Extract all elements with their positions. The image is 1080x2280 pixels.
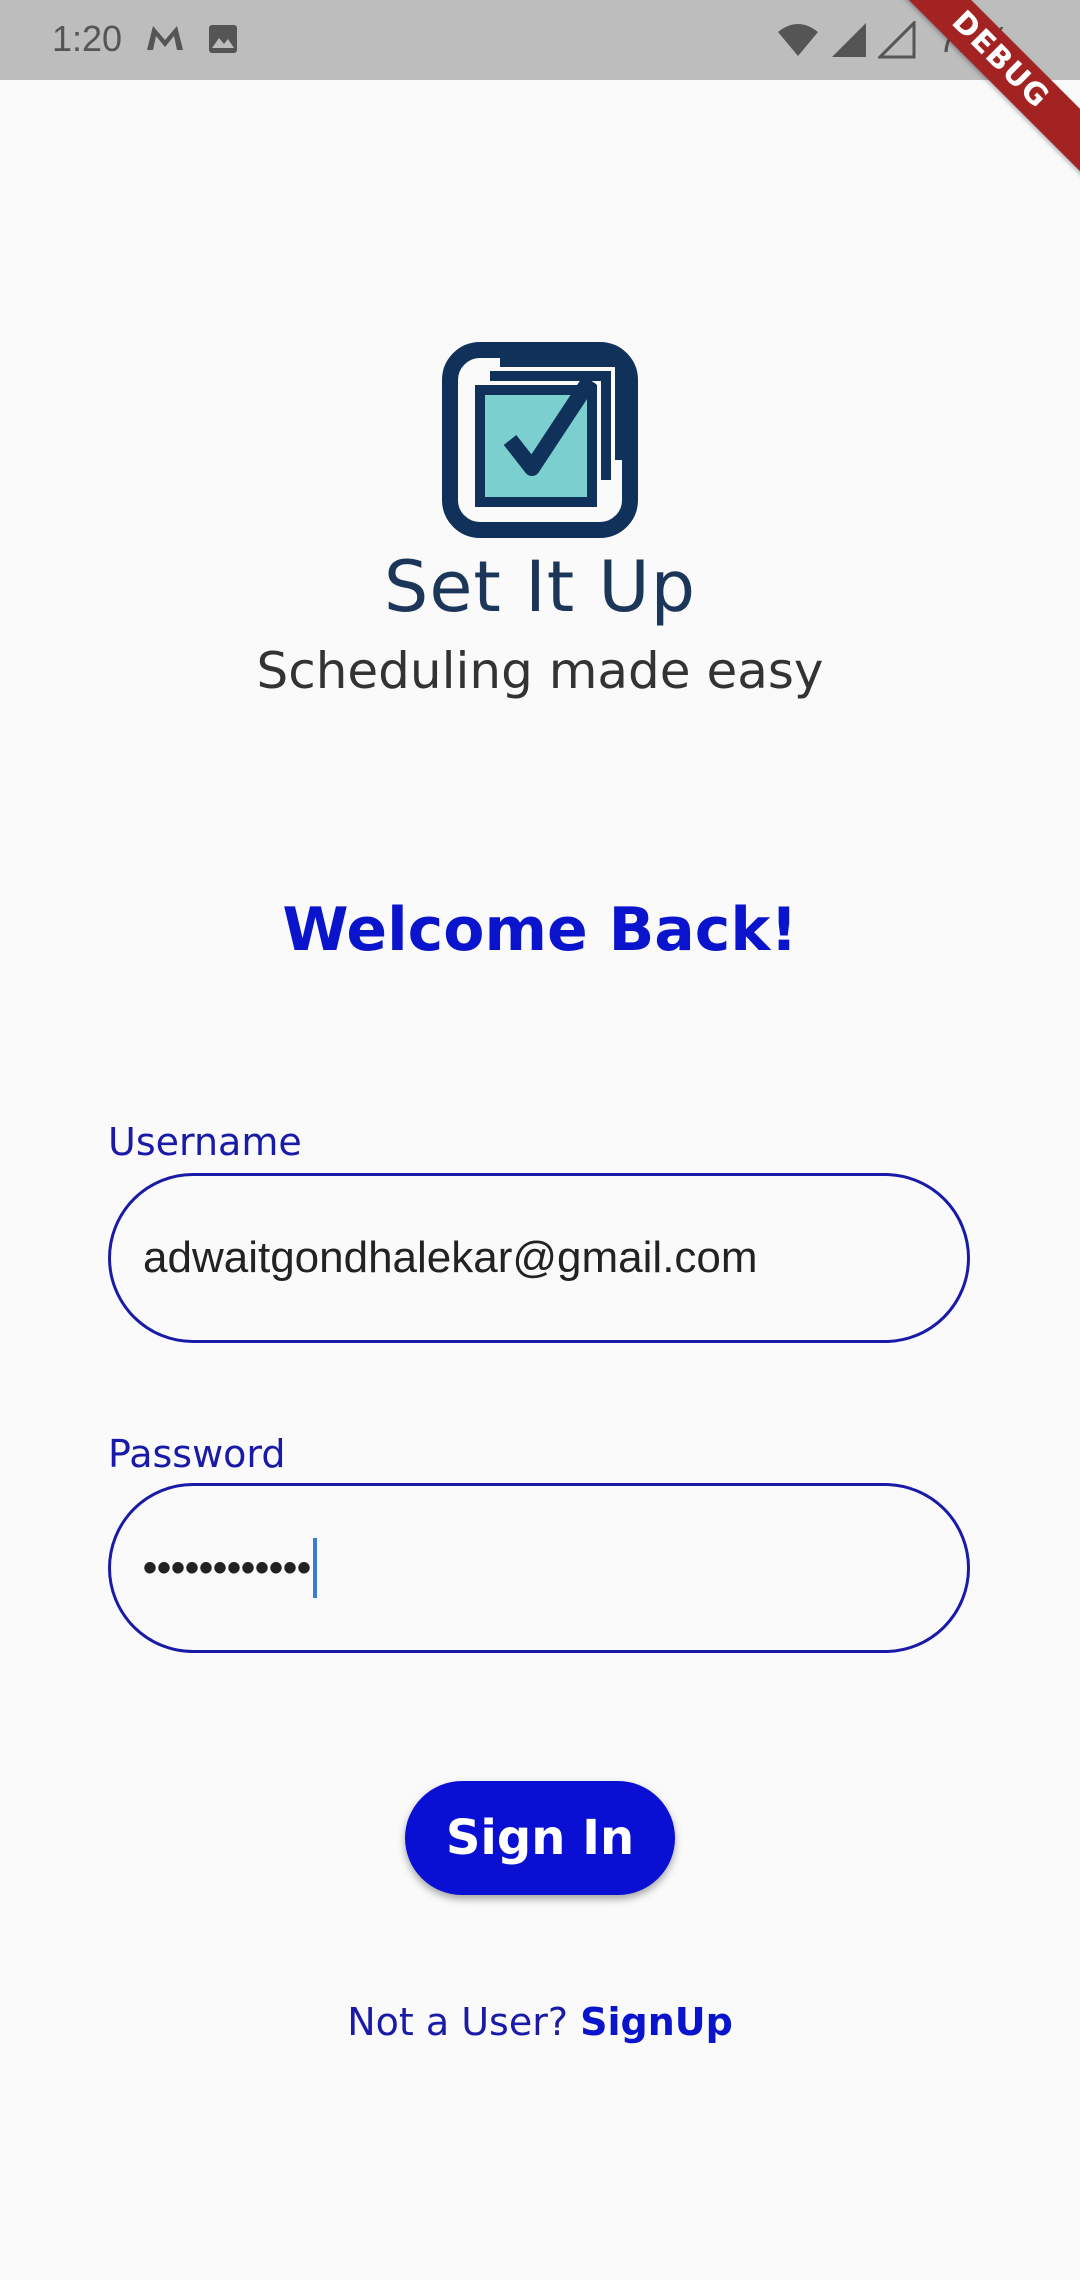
brand-tagline: Scheduling made easy xyxy=(256,642,824,700)
password-value: •••••••••••• xyxy=(143,1545,312,1590)
signup-link[interactable]: SignUp xyxy=(580,2000,733,2044)
status-time: 1:20 xyxy=(52,18,123,59)
brand-header: Set It Up Scheduling made easy xyxy=(0,340,1080,700)
password-value-wrap: •••••••••••• xyxy=(143,1486,318,1650)
sign-in-button[interactable]: Sign In xyxy=(405,1781,675,1895)
brand-name: Set It Up xyxy=(383,546,697,628)
gmail-m-icon xyxy=(147,26,183,50)
welcome-heading: Welcome Back! xyxy=(282,895,798,965)
password-label: Password xyxy=(108,1432,286,1476)
username-field[interactable]: adwaitgondhalekar@gmail.com xyxy=(108,1173,970,1343)
signal-icon-2 xyxy=(877,21,916,59)
signup-prompt: Not a User? SignUp xyxy=(0,2000,1080,2044)
username-value: adwaitgondhalekar@gmail.com xyxy=(143,1233,758,1282)
signal-icon xyxy=(831,23,866,57)
username-label: Username xyxy=(108,1120,302,1164)
checkbox-logo-icon xyxy=(442,342,638,538)
wifi-icon xyxy=(777,24,818,56)
status-bar: 1:20 72% xyxy=(0,0,1080,80)
password-field[interactable]: •••••••••••• xyxy=(108,1483,970,1653)
signup-prompt-text: Not a User? xyxy=(347,2000,568,2044)
image-icon xyxy=(209,25,237,53)
text-caret xyxy=(313,1538,318,1598)
